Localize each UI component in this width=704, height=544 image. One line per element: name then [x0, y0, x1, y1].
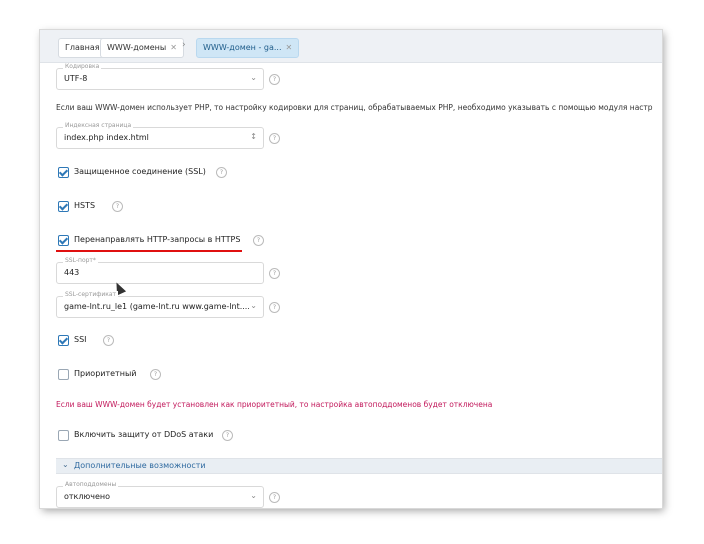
help-icon[interactable]: ?: [269, 268, 280, 279]
ssi-checkbox[interactable]: [58, 335, 69, 346]
help-icon[interactable]: ?: [269, 492, 280, 503]
chevron-down-icon: ⌄: [62, 460, 69, 469]
ssl-checkbox[interactable]: [58, 167, 69, 178]
priority-checkbox[interactable]: [58, 369, 69, 380]
help-icon[interactable]: ?: [253, 235, 264, 246]
close-icon[interactable]: ✕: [286, 43, 293, 52]
help-icon[interactable]: ?: [222, 430, 233, 441]
help-icon[interactable]: ?: [269, 302, 280, 313]
encoding-note: Если ваш WWW-домен использует PHP, то на…: [56, 103, 653, 112]
annotation-underline: [56, 250, 242, 252]
hsts-label: HSTS: [74, 201, 96, 210]
ddos-label: Включить защиту от DDoS атаки: [74, 430, 214, 439]
form-panel: Главная WWW-домены ✕ › WWW-домен - ga... ✕…: [40, 30, 662, 508]
chevron-down-icon: ⌄: [250, 301, 257, 310]
ssl-label: Защищенное соединение (SSL): [74, 167, 206, 176]
redirect-https-label: Перенаправлять HTTP-запросы в HTTPS: [74, 235, 241, 244]
close-icon[interactable]: ✕: [170, 43, 177, 52]
chevron-down-icon: ⌄: [250, 491, 257, 500]
encoding-select[interactable]: Кодировка UTF-8 ⌄: [56, 63, 264, 90]
breadcrumb-current[interactable]: WWW-домен - ga... ✕: [196, 38, 300, 58]
chevron-right-icon: ›: [182, 40, 186, 50]
autosubdomains-select[interactable]: Автоподдомены отключено ⌄: [56, 481, 264, 508]
breadcrumb: Главная WWW-домены ✕ › WWW-домен - ga... ✕: [40, 30, 662, 63]
ssi-label: SSI: [74, 335, 87, 344]
redirect-https-checkbox[interactable]: [58, 235, 69, 246]
priority-note: Если ваш WWW-домен будет установлен как …: [56, 400, 493, 409]
breadcrumb-www-domains[interactable]: WWW-домены ✕: [100, 38, 184, 58]
chevron-down-icon: ⌄: [250, 73, 257, 82]
help-icon[interactable]: ?: [269, 74, 280, 85]
ssl-port-field[interactable]: SSL-порт* 443: [56, 257, 264, 284]
index-page-field[interactable]: Индексная страница index.php index.html …: [56, 122, 264, 149]
additional-features-section[interactable]: ⌄ Дополнительные возможности: [56, 458, 662, 474]
help-icon[interactable]: ?: [150, 369, 161, 380]
help-icon[interactable]: ?: [269, 133, 280, 144]
ssl-certificate-select[interactable]: SSL-сертификат game-lnt.ru_le1 (game-lnt…: [56, 291, 264, 318]
help-icon[interactable]: ?: [216, 167, 227, 178]
hsts-checkbox[interactable]: [58, 201, 69, 212]
help-icon[interactable]: ?: [112, 201, 123, 212]
help-icon[interactable]: ?: [103, 335, 114, 346]
resize-icon[interactable]: ↕: [250, 132, 257, 141]
ddos-checkbox[interactable]: [58, 430, 69, 441]
priority-label: Приоритетный: [74, 369, 137, 378]
